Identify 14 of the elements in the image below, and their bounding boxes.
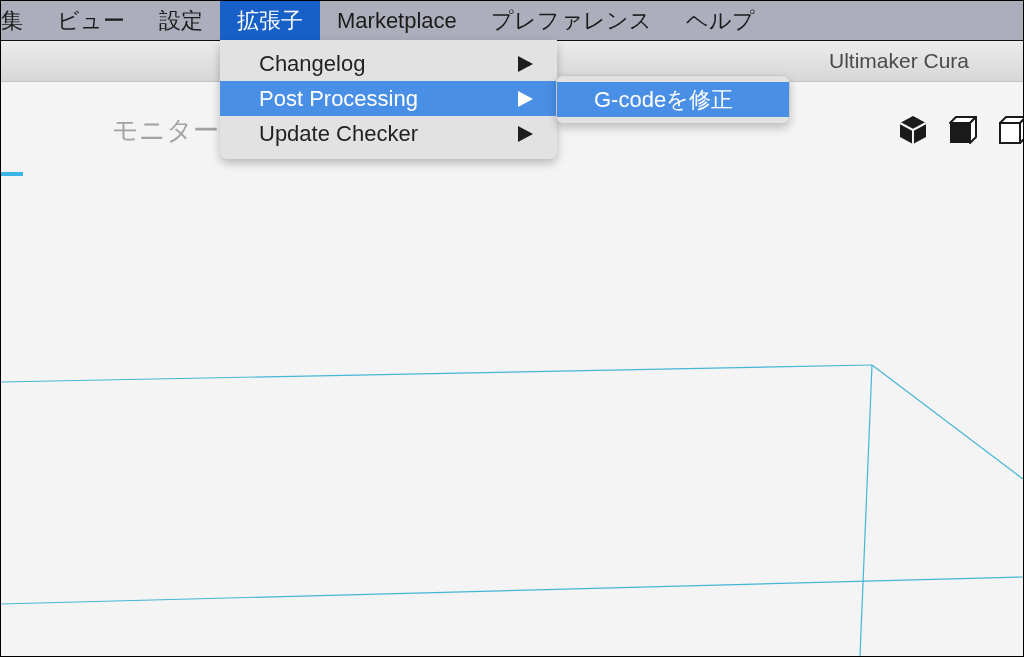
menu-bar-item[interactable]: プレファレンス — [473, 1, 669, 40]
window-title: Ultimaker Cura — [828, 48, 969, 74]
menu-bar-item[interactable]: 集 — [1, 1, 40, 40]
menu-item[interactable]: Update Checker — [220, 116, 557, 151]
menu-item[interactable]: Changelog — [220, 46, 557, 81]
menu-bar-item[interactable]: ヘルプ — [668, 1, 772, 40]
menu-bar-item[interactable]: 拡張子 — [220, 1, 320, 40]
menu-bar-item[interactable]: Marketplace — [320, 1, 474, 40]
menu-bar-item[interactable]: ビュー — [40, 1, 142, 40]
cube-outline-icon[interactable] — [998, 115, 1023, 145]
cube-front-face-icon[interactable] — [948, 115, 978, 145]
tab-underline — [1, 172, 23, 176]
menu-bar-item[interactable]: 設定 — [142, 1, 220, 40]
cube-icon[interactable] — [898, 115, 928, 145]
